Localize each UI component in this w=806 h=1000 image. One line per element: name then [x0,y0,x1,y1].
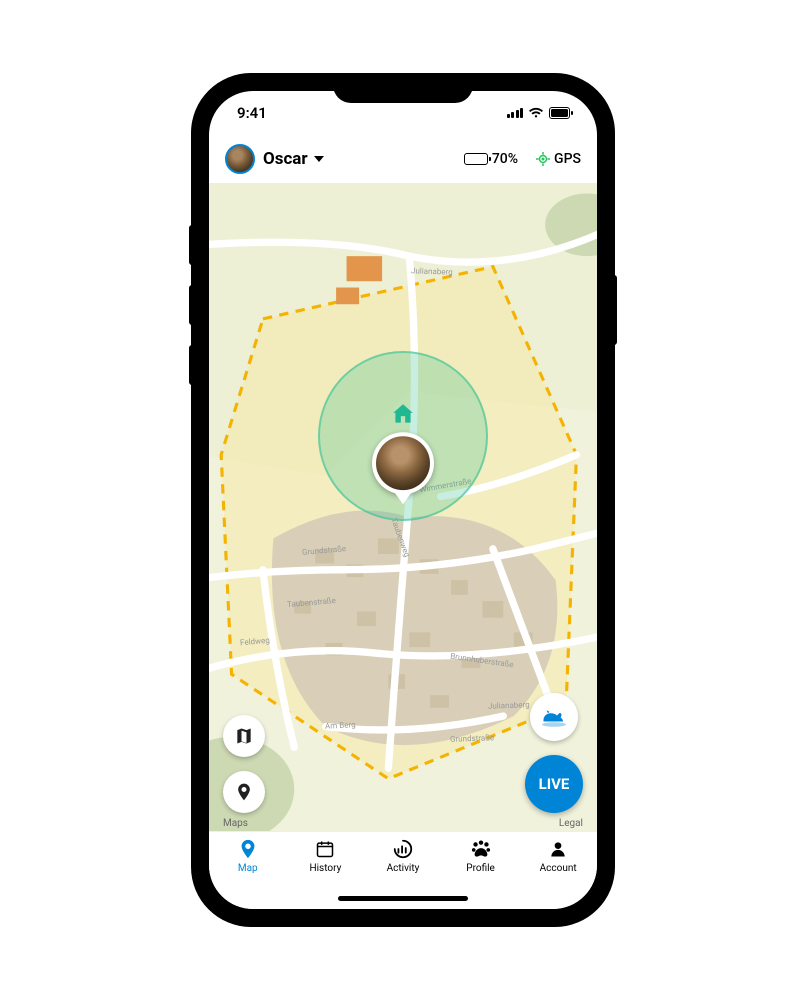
activity-icon [392,838,414,860]
live-label: LIVE [539,775,570,793]
nav-label: Map [238,863,258,874]
pet-location-pin[interactable] [372,432,434,494]
chevron-down-icon [314,156,324,162]
nav-label: Account [540,863,577,874]
home-icon[interactable] [390,401,416,431]
nav-label: History [309,863,341,874]
heatmap-button[interactable] [530,693,578,741]
live-tracking-button[interactable]: LIVE [525,755,583,813]
paw-icon [470,838,492,860]
person-icon [548,838,568,860]
status-right [507,107,574,119]
street-label: Julianaberg [411,267,453,277]
phone-frame: 9:41 Oscar 70% [193,75,613,925]
home-indicator[interactable] [338,896,468,901]
location-pin-icon [234,782,254,802]
cat-silhouette-icon [539,705,569,729]
gps-icon [536,152,550,166]
map-controls-right: LIVE [525,693,583,813]
gps-label: GPS [554,151,581,167]
pet-avatar-pin [376,436,430,490]
status-time: 9:41 [237,104,267,122]
gps-status[interactable]: GPS [536,151,581,167]
pet-selector[interactable]: Oscar [263,149,324,169]
battery-icon [464,153,488,165]
street-label: Am Berg [325,720,356,731]
battery-status-icon [549,107,573,119]
map-pin-icon [237,838,259,860]
map-attribution-left[interactable]: Maps [223,818,248,829]
nav-label: Profile [466,863,495,874]
recenter-button[interactable] [223,771,265,813]
wifi-icon [528,107,544,119]
tracker-battery[interactable]: 70% [464,151,518,167]
calendar-icon [315,838,335,860]
map-canvas[interactable]: Julianaberg Wimmerstraße Taubenweg Grund… [209,183,597,831]
pet-name-label: Oscar [263,149,308,169]
map-controls-left [223,715,265,813]
street-label: Grundstraße [449,733,493,744]
map-layers-button[interactable] [223,715,265,757]
nav-label: Activity [387,863,420,874]
notch [333,75,473,103]
nav-account[interactable]: Account [519,838,597,909]
battery-percent-label: 70% [492,151,518,167]
screen: 9:41 Oscar 70% [209,91,597,909]
app-header: Oscar 70% GPS [209,135,597,183]
nav-map[interactable]: Map [209,838,287,909]
cellular-signal-icon [507,108,524,118]
map-attribution-right[interactable]: Legal [559,818,583,829]
map-fold-icon [234,726,254,746]
pet-avatar-small[interactable] [225,144,255,174]
